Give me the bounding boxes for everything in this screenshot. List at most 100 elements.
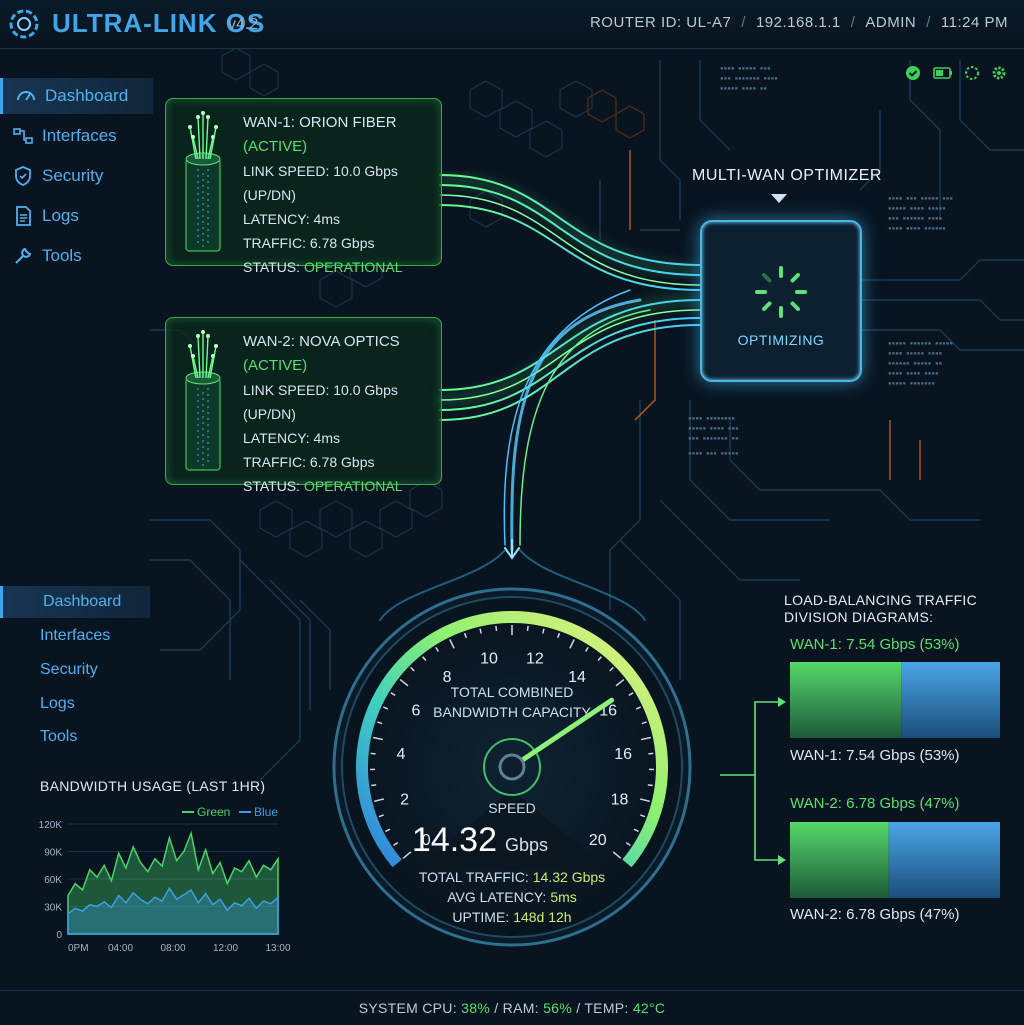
user-name[interactable]: ADMIN <box>865 14 916 31</box>
sidebar2-item-security[interactable]: Security <box>0 654 150 686</box>
sidebar2-item-interfaces[interactable]: Interfaces <box>0 620 150 652</box>
gauge-tick-label: 2 <box>400 792 409 809</box>
legend-blue: Blue <box>254 805 278 819</box>
separator: / <box>926 14 931 31</box>
wan2-traffic: 6.78 Gbps <box>310 454 375 470</box>
sidebar-item-dashboard[interactable]: Dashboard <box>0 78 153 114</box>
gauge-tick-label: 20 <box>589 832 607 849</box>
sidebar2-item-dashboard[interactable]: Dashboard <box>0 586 150 618</box>
app-version: v4.2 <box>228 16 258 34</box>
avg-latency-value: 5ms <box>550 889 576 905</box>
gauge-tick <box>528 626 529 631</box>
wan1-share-segment <box>790 662 901 738</box>
svg-text:▪▪▪ ▪▪▪▪▪▪ ▪▪▪▪: ▪▪▪ ▪▪▪▪▪▪ ▪▪▪▪ <box>888 215 942 222</box>
svg-text:▪▪▪▪▪▪ ▪▪▪▪▪ ▪▪: ▪▪▪▪▪▪ ▪▪▪▪▪ ▪▪ <box>888 360 942 367</box>
wan2-latency-label: LATENCY: <box>243 430 310 446</box>
wan1-latency: 4ms <box>314 211 340 227</box>
speed-unit: Gbps <box>505 835 548 855</box>
svg-text:▪▪▪▪ ▪▪▪▪▪ ▪▪▪: ▪▪▪▪ ▪▪▪▪▪ ▪▪▪ <box>720 65 771 72</box>
wrench-icon <box>12 245 34 267</box>
svg-text:▪▪▪▪ ▪▪▪ ▪▪▪▪▪: ▪▪▪▪ ▪▪▪ ▪▪▪▪▪ <box>688 450 739 457</box>
gauge-tick-label: 18 <box>611 792 629 809</box>
router-id: ROUTER ID: UL-A7 <box>590 14 731 31</box>
sidebar2-item-label: Dashboard <box>43 593 121 611</box>
svg-text:▪▪▪ ▪▪▪▪▪▪▪ ▪▪: ▪▪▪ ▪▪▪▪▪▪▪ ▪▪ <box>688 435 739 442</box>
gauge-tick-label: 4 <box>396 746 405 763</box>
wan2-share-bar <box>790 822 1000 898</box>
y-tick-label: 0 <box>56 930 62 941</box>
sidebar-item-label: Tools <box>42 246 82 266</box>
shield-icon <box>12 165 34 187</box>
optimizer-title: MULTI-WAN OPTIMIZER <box>692 167 882 185</box>
y-tick-label: 90K <box>44 848 62 859</box>
sidebar-item-label: Logs <box>42 206 79 226</box>
wan2-status-label: STATUS: <box>243 478 300 494</box>
sidebar-item-interfaces[interactable]: Interfaces <box>0 118 150 154</box>
wan1-share-caption: WAN-1: 7.54 Gbps (53%) <box>790 747 960 764</box>
wan1-link-speed-label: LINK SPEED: <box>243 163 329 179</box>
wan1-share-bar <box>790 662 1000 738</box>
caret-down-icon <box>771 194 787 204</box>
wan2-name: WAN-2: NOVA OPTICS <box>243 333 400 350</box>
cpu-value: 38% <box>461 1000 490 1016</box>
wan1-card[interactable]: WAN-1: ORION FIBER (ACTIVE) LINK SPEED: … <box>165 98 442 266</box>
speed-value: 14.32 <box>412 821 497 859</box>
sidebar2-item-tools[interactable]: Tools <box>0 721 150 753</box>
wan1-share-label: WAN-1: 7.54 Gbps (53%) <box>790 636 960 653</box>
sidebar2-item-label: Logs <box>40 695 75 713</box>
separator: / <box>741 14 746 31</box>
total-traffic-label: TOTAL TRAFFIC: <box>419 869 529 885</box>
temp-label: TEMP: <box>584 1000 628 1016</box>
wan1-state: (ACTIVE) <box>243 138 307 155</box>
ram-value: 56% <box>543 1000 572 1016</box>
gauge-tick-label: 6 <box>411 702 420 719</box>
gauge-tick-label: 16 <box>614 746 632 763</box>
uptime-label: UPTIME: <box>452 909 509 925</box>
bandwidth-chart: 030K60K90K120K 0PM04:0008:0012:0013:00 G… <box>20 800 290 960</box>
wan2-share-label: WAN-2: 6.78 Gbps (47%) <box>790 795 960 812</box>
legend-green: Green <box>197 805 230 819</box>
wan2-link-speed-label: LINK SPEED: <box>243 382 329 398</box>
router-ip: 192.168.1.1 <box>756 14 841 31</box>
ram-label: RAM: <box>503 1000 539 1016</box>
chart-legend: Green Blue <box>182 805 278 819</box>
fiber-cable-icon <box>178 328 228 474</box>
top-header: ULTRA-LINK OS v4.2 ROUTER ID: UL-A7/192.… <box>0 0 1024 49</box>
battery-icon[interactable] <box>934 68 952 78</box>
svg-text:▪▪▪▪ ▪▪▪▪ ▪▪▪▪▪▪: ▪▪▪▪ ▪▪▪▪ ▪▪▪▪▪▪ <box>888 225 946 232</box>
svg-text:▪▪▪▪▪ ▪▪▪▪ ▪▪▪▪▪: ▪▪▪▪▪ ▪▪▪▪ ▪▪▪▪▪ <box>888 205 946 212</box>
sidebar-item-security[interactable]: Security <box>0 158 150 194</box>
uptime-value: 148d 12h <box>513 909 571 925</box>
gauge-title-line2: BANDWIDTH CAPACITY <box>433 704 591 720</box>
bandwidth-chart-title: BANDWIDTH USAGE (LAST 1HR) <box>40 778 265 794</box>
wan1-name: WAN-1: ORION FIBER <box>243 114 397 131</box>
wan2-card[interactable]: WAN-2: NOVA OPTICS (ACTIVE) LINK SPEED: … <box>165 317 442 485</box>
sidebar-item-tools[interactable]: Tools <box>0 238 150 274</box>
wan2-traffic-label: TRAFFIC: <box>243 454 306 470</box>
gauge-tick <box>496 626 497 631</box>
wan1-latency-label: LATENCY: <box>243 211 310 227</box>
load-balance-title-line1: LOAD-BALANCING TRAFFIC <box>784 592 977 609</box>
wan2-status: OPERATIONAL <box>304 478 403 494</box>
separator: / <box>851 14 856 31</box>
sidebar2-item-label: Tools <box>40 728 77 746</box>
optimizer-box[interactable]: OPTIMIZING <box>700 220 862 382</box>
svg-text:AVG LATENCY:5ms: AVG LATENCY:5ms <box>447 889 577 905</box>
wan1-traffic-label: TRAFFIC: <box>243 235 306 251</box>
check-circle-icon[interactable] <box>906 66 920 80</box>
avg-latency-label: AVG LATENCY: <box>447 889 546 905</box>
svg-text:▪▪▪▪▪ ▪▪▪▪ ▪▪▪: ▪▪▪▪▪ ▪▪▪▪ ▪▪▪ <box>688 425 739 432</box>
wan1-remainder-segment <box>901 662 1000 738</box>
system-status-footer: SYSTEM CPU: 38% / RAM: 56% / TEMP: 42°C <box>0 990 1024 1025</box>
wan2-share-caption: WAN-2: 6.78 Gbps (47%) <box>790 906 960 923</box>
svg-text:▪▪▪▪ ▪▪▪▪ ▪▪▪▪: ▪▪▪▪ ▪▪▪▪ ▪▪▪▪ <box>888 370 939 377</box>
gauge-tick-label: 10 <box>480 650 498 667</box>
x-tick-label: 0PM <box>68 943 89 954</box>
separator: / <box>576 1000 580 1016</box>
tray-icons <box>900 62 1012 84</box>
cpu-label: SYSTEM CPU: <box>359 1000 457 1016</box>
sidebar-item-logs[interactable]: Logs <box>0 198 150 234</box>
sidebar2-item-logs[interactable]: Logs <box>0 688 150 720</box>
loading-icon[interactable] <box>966 67 978 79</box>
gear-icon[interactable] <box>994 68 1004 78</box>
